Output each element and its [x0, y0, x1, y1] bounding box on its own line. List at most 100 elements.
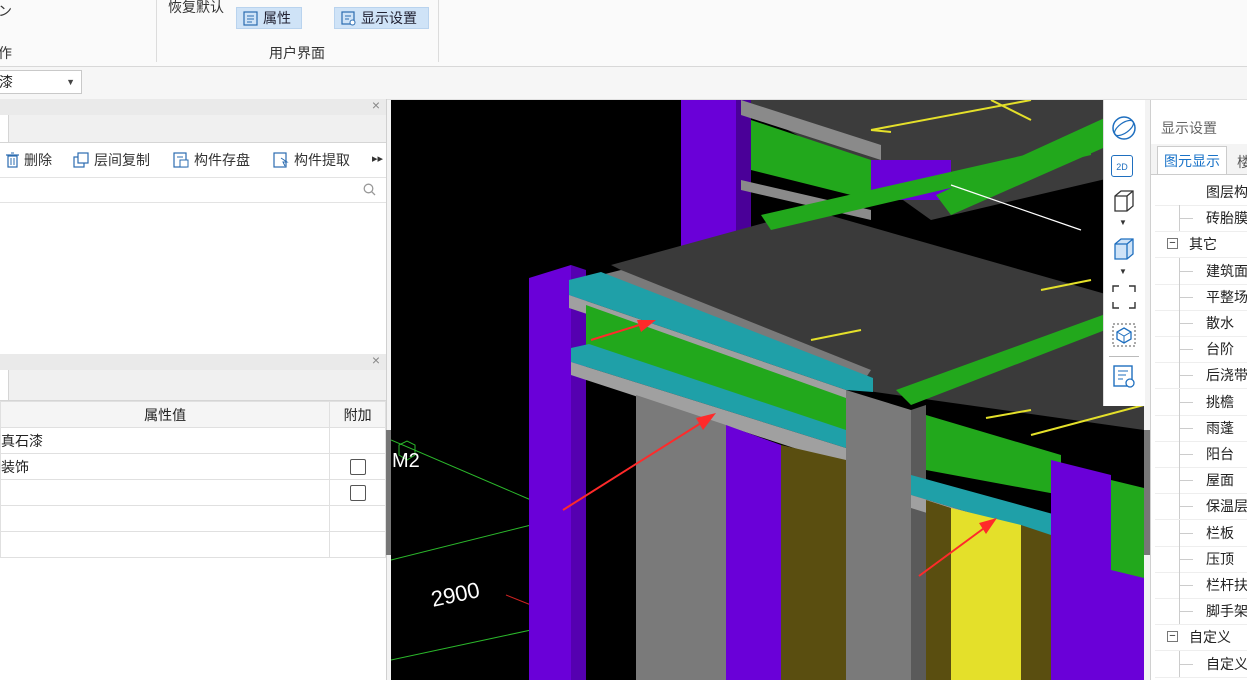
tree-item-row[interactable]: 台阶: [1155, 336, 1247, 364]
tree-item-row[interactable]: 栏板: [1155, 519, 1247, 547]
tree-item-row[interactable]: 图层构: [1155, 179, 1247, 206]
tree-item-row[interactable]: 挑檐: [1155, 388, 1247, 416]
table-row[interactable]: [0, 531, 386, 558]
tree-connector: [1179, 506, 1193, 508]
property-table: 属性值 附加 真石漆 装饰: [0, 401, 386, 558]
close-icon[interactable]: ×: [372, 97, 380, 113]
tree-item-row[interactable]: 雨蓬: [1155, 414, 1247, 442]
panel-header: ×: [0, 97, 386, 115]
ribbon-separator: [156, 0, 157, 62]
tree-item-label: 建筑面: [1206, 262, 1247, 279]
tree-item-label: 屋面: [1206, 472, 1234, 489]
tab-floor-display[interactable]: 楼: [1237, 152, 1247, 172]
panel-tab[interactable]: [0, 115, 9, 142]
property-extra-header: 附加: [329, 401, 386, 428]
display-settings-tabs: 图元显示 楼: [1151, 144, 1247, 175]
extra-checkbox[interactable]: [349, 459, 366, 476]
table-row[interactable]: 装饰: [0, 453, 386, 480]
orbit-icon[interactable]: [1111, 115, 1137, 141]
tree-item-row[interactable]: 后浇带: [1155, 362, 1247, 390]
restore-default-button[interactable]: 恢复默认: [168, 0, 224, 17]
tree-item-row[interactable]: 压顶: [1155, 545, 1247, 573]
toolbar-divider: [1109, 356, 1139, 357]
delete-button[interactable]: 删除: [5, 150, 52, 170]
property-value-cell[interactable]: 真石漆: [0, 427, 331, 454]
tree-item-label: 脚手架: [1206, 603, 1247, 620]
extra-checkbox[interactable]: [349, 485, 366, 502]
floor-copy-button[interactable]: 层间复制: [73, 150, 150, 170]
dropdown-icon[interactable]: ▼: [1119, 267, 1127, 276]
panel-tab[interactable]: [0, 370, 9, 400]
properties-button[interactable]: 属性: [236, 7, 302, 29]
tree-connector: [1179, 585, 1193, 586]
tree-item-label: 栏板: [1206, 524, 1234, 541]
tree-item-row[interactable]: 保温层: [1155, 493, 1247, 521]
search-icon[interactable]: [363, 183, 376, 196]
tree-item-row[interactable]: 屋面: [1155, 467, 1247, 495]
tree-item-row[interactable]: 栏杆扶: [1155, 572, 1247, 599]
panel-header: ×: [0, 352, 386, 370]
table-row[interactable]: 真石漆: [0, 427, 386, 454]
search-input[interactable]: [0, 177, 386, 203]
property-value-cell[interactable]: 装饰: [0, 453, 331, 480]
3d-box-icon[interactable]: [1111, 188, 1137, 214]
save-component-button[interactable]: 构件存盘: [173, 150, 250, 170]
tree-item-row[interactable]: 自定义: [1155, 650, 1247, 678]
property-value-cell[interactable]: [0, 531, 331, 558]
tree-connector: [1179, 480, 1193, 482]
chevron-down-icon: ▼: [66, 77, 75, 87]
dropdown-icon[interactable]: ▼: [1119, 218, 1127, 227]
3d-viewport[interactable]: M2 2900: [391, 100, 1144, 680]
properties-icon: [243, 10, 258, 26]
display-settings-icon[interactable]: [1111, 364, 1137, 390]
tree-item-label: 挑檐: [1206, 393, 1234, 410]
tree-item-row[interactable]: 散水: [1155, 310, 1247, 337]
collapse-icon[interactable]: −: [1167, 631, 1178, 643]
table-row[interactable]: [0, 479, 386, 506]
material-select[interactable]: 漆 ▼: [0, 70, 82, 94]
property-value-header: 属性值: [0, 401, 331, 428]
property-value-cell[interactable]: [0, 479, 331, 506]
extract-component-label: 构件提取: [294, 152, 350, 168]
display-settings-icon: [341, 10, 356, 25]
collapse-icon[interactable]: −: [1167, 238, 1178, 250]
properties-button-label: 属性: [263, 10, 291, 26]
tree-item-label: 雨蓬: [1206, 419, 1234, 436]
tree-item-row[interactable]: 阳台: [1155, 441, 1247, 468]
tree-group-row[interactable]: − 其它: [1155, 231, 1247, 259]
fit-view-icon[interactable]: [1111, 284, 1137, 310]
tab-element-display[interactable]: 图元显示: [1157, 146, 1227, 174]
2d-view-label: 2D: [1116, 162, 1128, 172]
2d-view-icon[interactable]: 2D: [1111, 155, 1133, 177]
display-settings-button[interactable]: 显示设置: [334, 7, 429, 29]
panel-tab-strip: [0, 115, 386, 143]
tree-connector: [1179, 270, 1193, 272]
tree-item-label: 散水: [1206, 315, 1234, 331]
material-select-value: 漆: [0, 74, 13, 90]
tree-item-label: 保温层: [1206, 498, 1247, 515]
trash-icon: [6, 152, 19, 168]
property-extra-cell: [329, 531, 386, 558]
tree-item-label: 压顶: [1206, 550, 1234, 567]
tree-item-row[interactable]: 平整场: [1155, 283, 1247, 311]
tree-item-label: 图层构: [1206, 184, 1247, 200]
panel-tab-strip: [0, 370, 386, 401]
3d-box-filled-icon[interactable]: [1111, 236, 1137, 262]
viewport-label-m2: M2: [392, 450, 420, 472]
display-settings-panel: 显示设置 图元显示 楼 图层构 砖胎膜 − 其它 建筑面 平整场 散水 台阶 后浇带 挑檐 雨蓬 阳台…: [1150, 100, 1247, 680]
ribbon-group-label: 用户界面: [269, 45, 325, 61]
table-row[interactable]: [0, 505, 386, 532]
local-3d-icon[interactable]: [1111, 322, 1137, 348]
close-icon[interactable]: ×: [372, 352, 380, 368]
double-arrow-right-icon[interactable]: ▸▸: [372, 152, 383, 165]
tree-connector: [1179, 454, 1193, 455]
extract-component-button[interactable]: 构件提取: [273, 150, 350, 170]
tree-group-row[interactable]: − 自定义: [1155, 624, 1247, 652]
tree-item-label: 砖胎膜: [1206, 210, 1247, 227]
property-value-cell[interactable]: [0, 505, 331, 532]
ribbon-separator: [438, 0, 439, 62]
tree-item-row[interactable]: 脚手架: [1155, 598, 1247, 626]
tree-item-row[interactable]: 砖胎膜: [1155, 205, 1247, 233]
tree-item-row[interactable]: 建筑面: [1155, 257, 1247, 285]
tree-connector: [1179, 296, 1193, 298]
